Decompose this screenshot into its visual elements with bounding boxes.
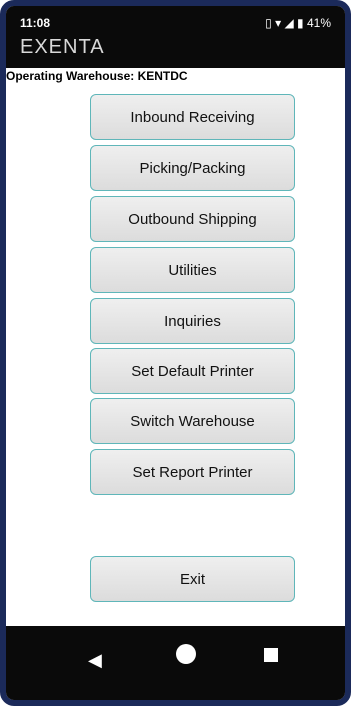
- status-icons: ▯ ▾ ◢ ▮ 41%: [265, 16, 331, 30]
- inbound-receiving-button[interactable]: Inbound Receiving: [90, 94, 295, 140]
- home-icon[interactable]: [176, 644, 196, 664]
- picking-packing-button[interactable]: Picking/Packing: [90, 145, 295, 191]
- brand-logo: EXENTA: [20, 36, 105, 58]
- back-icon[interactable]: ◀: [88, 650, 102, 671]
- signal-icon: ◢: [284, 16, 294, 30]
- recent-apps-icon[interactable]: [264, 648, 278, 662]
- wifi-icon: ▾: [275, 16, 282, 30]
- utilities-button[interactable]: Utilities: [90, 247, 295, 293]
- exit-button[interactable]: Exit: [90, 556, 295, 602]
- battery-icon: ▮: [297, 16, 304, 30]
- vibrate-icon: ▯: [265, 16, 272, 30]
- switch-warehouse-button[interactable]: Switch Warehouse: [90, 398, 295, 444]
- status-bar: 11:08 ▯ ▾ ◢ ▮ 41% EXENTA: [6, 6, 345, 68]
- system-nav-bar: [6, 626, 345, 700]
- battery-percent: 41%: [306, 16, 331, 30]
- phone-frame: 11:08 ▯ ▾ ◢ ▮ 41% EXENTA Operating Wareh…: [0, 0, 351, 706]
- status-time: 11:08: [20, 16, 51, 30]
- operating-warehouse-label: Operating Warehouse: KENTDC: [6, 69, 188, 83]
- outbound-shipping-button[interactable]: Outbound Shipping: [90, 196, 295, 242]
- set-default-printer-button[interactable]: Set Default Printer: [90, 348, 295, 394]
- set-report-printer-button[interactable]: Set Report Printer: [90, 449, 295, 495]
- inquiries-button[interactable]: Inquiries: [90, 298, 295, 344]
